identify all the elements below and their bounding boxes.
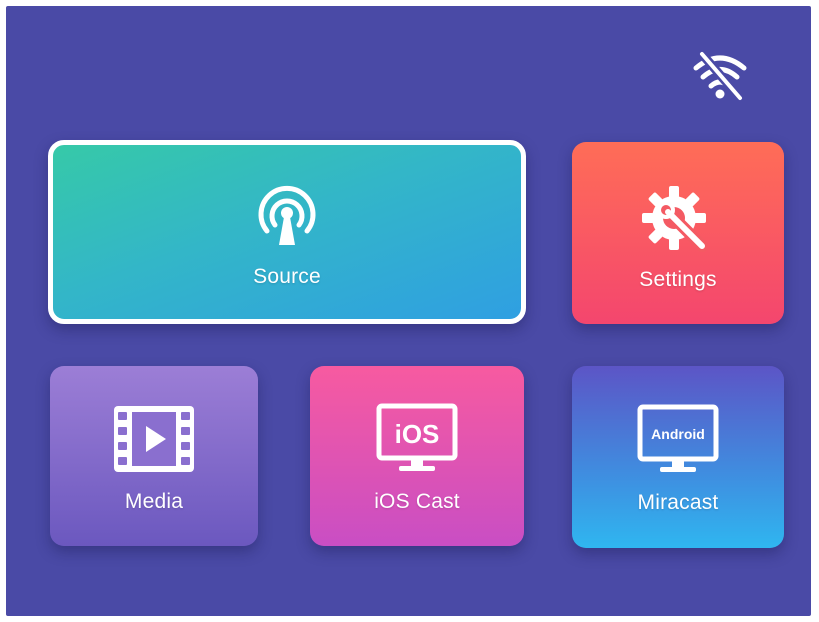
android-icon-text: Android (651, 426, 705, 442)
miracast-label: Miracast (637, 491, 719, 514)
ios-monitor-icon: iOS (376, 403, 458, 471)
miracast-tile[interactable]: Android Miracast (572, 366, 784, 548)
media-label: Media (124, 490, 184, 513)
source-tile[interactable]: Source (48, 140, 526, 324)
settings-tile[interactable]: Settings (572, 142, 784, 324)
gear-wrench-icon (642, 186, 708, 252)
settings-label: Settings (639, 268, 717, 291)
media-tile[interactable]: Media (50, 366, 258, 546)
antenna-icon (258, 185, 316, 245)
ios-icon-text: iOS (395, 419, 440, 449)
android-monitor-icon: Android (637, 404, 719, 472)
wifi-off-icon (693, 51, 747, 101)
ios-cast-label: iOS Cast (374, 490, 460, 513)
source-label: Source (253, 265, 321, 288)
home-screen: Source Settings Media iOS iOS Cast Andro… (6, 6, 811, 616)
film-play-icon (114, 406, 194, 472)
ios-cast-tile[interactable]: iOS iOS Cast (310, 366, 524, 546)
